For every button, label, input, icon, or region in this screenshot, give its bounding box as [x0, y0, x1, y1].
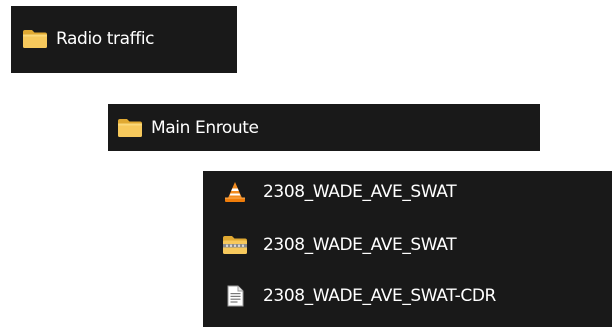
- explorer-panel-main-enroute: Main Enroute: [108, 104, 540, 151]
- folder-icon: [22, 29, 48, 49]
- folder-icon: [117, 118, 143, 138]
- file-label: 2308_WADE_AVE_SWAT-CDR: [263, 286, 496, 306]
- folder-label: Main Enroute: [151, 118, 259, 138]
- file-item-media[interactable]: 2308_WADE_AVE_SWAT: [222, 181, 457, 203]
- file-item-archive[interactable]: 2308_WADE_AVE_SWAT: [222, 234, 457, 256]
- zip-folder-icon: [222, 234, 248, 256]
- file-label: 2308_WADE_AVE_SWAT: [263, 235, 457, 255]
- file-item-document[interactable]: 2308_WADE_AVE_SWAT-CDR: [222, 285, 496, 307]
- folder-item-main-enroute[interactable]: Main Enroute: [117, 118, 259, 138]
- folder-item-radio-traffic[interactable]: Radio traffic: [22, 29, 154, 49]
- explorer-panel-files: 2308_WADE_AVE_SWAT 2308_WADE_AVE_SWAT 23…: [203, 171, 612, 327]
- folder-label: Radio traffic: [56, 29, 155, 49]
- explorer-panel-radio-traffic: Radio traffic: [11, 6, 237, 73]
- text-document-icon: [222, 285, 248, 307]
- vlc-media-icon: [222, 181, 248, 203]
- file-label: 2308_WADE_AVE_SWAT: [263, 182, 457, 202]
